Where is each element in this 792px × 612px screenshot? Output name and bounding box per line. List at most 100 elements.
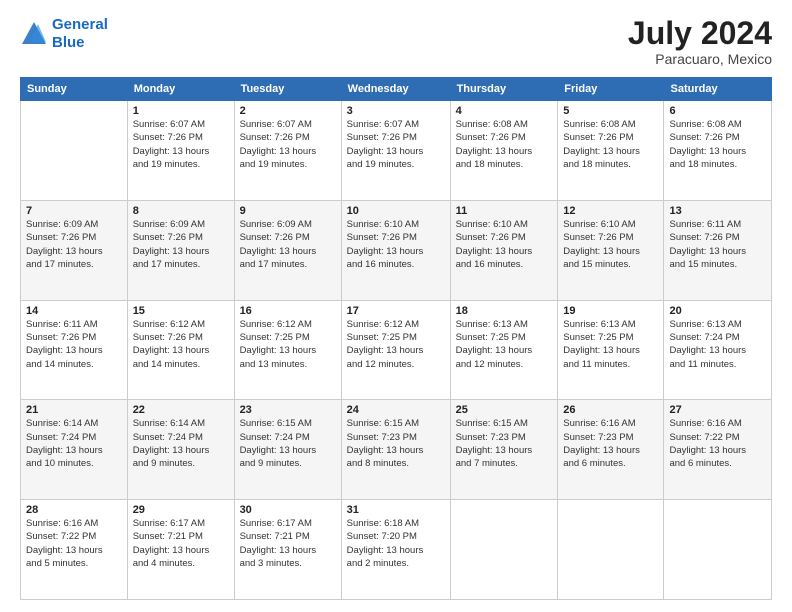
logo: General Blue xyxy=(20,16,108,52)
calendar-cell: 21Sunrise: 6:14 AM Sunset: 7:24 PM Dayli… xyxy=(21,400,128,500)
calendar-cell: 18Sunrise: 6:13 AM Sunset: 7:25 PM Dayli… xyxy=(450,300,558,400)
calendar-cell: 5Sunrise: 6:08 AM Sunset: 7:26 PM Daylig… xyxy=(558,101,664,201)
calendar-cell: 12Sunrise: 6:10 AM Sunset: 7:26 PM Dayli… xyxy=(558,200,664,300)
day-number: 30 xyxy=(240,504,336,516)
day-info: Sunrise: 6:16 AM Sunset: 7:23 PM Dayligh… xyxy=(563,417,658,470)
weekday-header-tuesday: Tuesday xyxy=(234,78,341,101)
calendar-cell: 25Sunrise: 6:15 AM Sunset: 7:23 PM Dayli… xyxy=(450,400,558,500)
day-number: 12 xyxy=(563,205,658,217)
day-number: 8 xyxy=(133,205,229,217)
day-info: Sunrise: 6:12 AM Sunset: 7:25 PM Dayligh… xyxy=(347,318,445,371)
calendar-cell: 11Sunrise: 6:10 AM Sunset: 7:26 PM Dayli… xyxy=(450,200,558,300)
day-number: 13 xyxy=(669,205,766,217)
weekday-header-monday: Monday xyxy=(127,78,234,101)
day-info: Sunrise: 6:10 AM Sunset: 7:26 PM Dayligh… xyxy=(347,218,445,271)
day-info: Sunrise: 6:12 AM Sunset: 7:26 PM Dayligh… xyxy=(133,318,229,371)
calendar-cell: 16Sunrise: 6:12 AM Sunset: 7:25 PM Dayli… xyxy=(234,300,341,400)
day-number: 11 xyxy=(456,205,553,217)
logo-text: General Blue xyxy=(52,16,108,52)
day-info: Sunrise: 6:16 AM Sunset: 7:22 PM Dayligh… xyxy=(26,517,122,570)
day-info: Sunrise: 6:08 AM Sunset: 7:26 PM Dayligh… xyxy=(456,118,553,171)
day-number: 14 xyxy=(26,305,122,317)
calendar-cell: 13Sunrise: 6:11 AM Sunset: 7:26 PM Dayli… xyxy=(664,200,772,300)
calendar-cell: 24Sunrise: 6:15 AM Sunset: 7:23 PM Dayli… xyxy=(341,400,450,500)
day-info: Sunrise: 6:17 AM Sunset: 7:21 PM Dayligh… xyxy=(240,517,336,570)
calendar-cell xyxy=(450,500,558,600)
day-info: Sunrise: 6:18 AM Sunset: 7:20 PM Dayligh… xyxy=(347,517,445,570)
day-info: Sunrise: 6:17 AM Sunset: 7:21 PM Dayligh… xyxy=(133,517,229,570)
day-info: Sunrise: 6:13 AM Sunset: 7:25 PM Dayligh… xyxy=(563,318,658,371)
day-number: 26 xyxy=(563,404,658,416)
calendar-cell: 30Sunrise: 6:17 AM Sunset: 7:21 PM Dayli… xyxy=(234,500,341,600)
day-number: 7 xyxy=(26,205,122,217)
day-info: Sunrise: 6:08 AM Sunset: 7:26 PM Dayligh… xyxy=(669,118,766,171)
day-info: Sunrise: 6:10 AM Sunset: 7:26 PM Dayligh… xyxy=(456,218,553,271)
day-info: Sunrise: 6:11 AM Sunset: 7:26 PM Dayligh… xyxy=(26,318,122,371)
day-number: 4 xyxy=(456,105,553,117)
calendar-cell xyxy=(21,101,128,201)
calendar-cell: 9Sunrise: 6:09 AM Sunset: 7:26 PM Daylig… xyxy=(234,200,341,300)
calendar-table: SundayMondayTuesdayWednesdayThursdayFrid… xyxy=(20,77,772,600)
day-number: 25 xyxy=(456,404,553,416)
day-info: Sunrise: 6:09 AM Sunset: 7:26 PM Dayligh… xyxy=(133,218,229,271)
day-number: 2 xyxy=(240,105,336,117)
calendar-cell: 1Sunrise: 6:07 AM Sunset: 7:26 PM Daylig… xyxy=(127,101,234,201)
day-number: 23 xyxy=(240,404,336,416)
calendar-cell xyxy=(664,500,772,600)
weekday-header-wednesday: Wednesday xyxy=(341,78,450,101)
calendar-cell: 23Sunrise: 6:15 AM Sunset: 7:24 PM Dayli… xyxy=(234,400,341,500)
weekday-header-saturday: Saturday xyxy=(664,78,772,101)
week-row-3: 14Sunrise: 6:11 AM Sunset: 7:26 PM Dayli… xyxy=(21,300,772,400)
day-info: Sunrise: 6:08 AM Sunset: 7:26 PM Dayligh… xyxy=(563,118,658,171)
title-block: July 2024 Paracuaro, Mexico xyxy=(628,16,772,67)
day-info: Sunrise: 6:09 AM Sunset: 7:26 PM Dayligh… xyxy=(240,218,336,271)
logo-icon xyxy=(20,20,48,48)
day-number: 16 xyxy=(240,305,336,317)
day-number: 27 xyxy=(669,404,766,416)
day-number: 19 xyxy=(563,305,658,317)
calendar-cell: 4Sunrise: 6:08 AM Sunset: 7:26 PM Daylig… xyxy=(450,101,558,201)
calendar-cell: 27Sunrise: 6:16 AM Sunset: 7:22 PM Dayli… xyxy=(664,400,772,500)
day-info: Sunrise: 6:16 AM Sunset: 7:22 PM Dayligh… xyxy=(669,417,766,470)
day-info: Sunrise: 6:11 AM Sunset: 7:26 PM Dayligh… xyxy=(669,218,766,271)
calendar-cell: 3Sunrise: 6:07 AM Sunset: 7:26 PM Daylig… xyxy=(341,101,450,201)
day-number: 18 xyxy=(456,305,553,317)
day-info: Sunrise: 6:10 AM Sunset: 7:26 PM Dayligh… xyxy=(563,218,658,271)
weekday-header-friday: Friday xyxy=(558,78,664,101)
weekday-header-row: SundayMondayTuesdayWednesdayThursdayFrid… xyxy=(21,78,772,101)
day-info: Sunrise: 6:13 AM Sunset: 7:25 PM Dayligh… xyxy=(456,318,553,371)
calendar-cell: 17Sunrise: 6:12 AM Sunset: 7:25 PM Dayli… xyxy=(341,300,450,400)
calendar-cell: 20Sunrise: 6:13 AM Sunset: 7:24 PM Dayli… xyxy=(664,300,772,400)
page: General Blue July 2024 Paracuaro, Mexico… xyxy=(0,0,792,612)
day-number: 1 xyxy=(133,105,229,117)
weekday-header-sunday: Sunday xyxy=(21,78,128,101)
week-row-4: 21Sunrise: 6:14 AM Sunset: 7:24 PM Dayli… xyxy=(21,400,772,500)
calendar-cell: 15Sunrise: 6:12 AM Sunset: 7:26 PM Dayli… xyxy=(127,300,234,400)
day-number: 6 xyxy=(669,105,766,117)
header: General Blue July 2024 Paracuaro, Mexico xyxy=(20,16,772,67)
day-number: 24 xyxy=(347,404,445,416)
weekday-header-thursday: Thursday xyxy=(450,78,558,101)
day-number: 17 xyxy=(347,305,445,317)
day-info: Sunrise: 6:15 AM Sunset: 7:23 PM Dayligh… xyxy=(456,417,553,470)
day-info: Sunrise: 6:12 AM Sunset: 7:25 PM Dayligh… xyxy=(240,318,336,371)
day-info: Sunrise: 6:07 AM Sunset: 7:26 PM Dayligh… xyxy=(133,118,229,171)
week-row-2: 7 Sunrise: 6:09 AM Sunset: 7:26 PM Daylig… xyxy=(21,200,772,300)
day-info: Sunrise: 6:14 AM Sunset: 7:24 PM Dayligh… xyxy=(133,417,229,470)
day-number: 3 xyxy=(347,105,445,117)
day-info: Sunrise: 6:13 AM Sunset: 7:24 PM Dayligh… xyxy=(669,318,766,371)
calendar-cell xyxy=(558,500,664,600)
sub-title: Paracuaro, Mexico xyxy=(628,51,772,67)
day-info: Sunrise: 6:07 AM Sunset: 7:26 PM Dayligh… xyxy=(347,118,445,171)
calendar-cell: 6Sunrise: 6:08 AM Sunset: 7:26 PM Daylig… xyxy=(664,101,772,201)
day-number: 28 xyxy=(26,504,122,516)
calendar-cell: 22Sunrise: 6:14 AM Sunset: 7:24 PM Dayli… xyxy=(127,400,234,500)
day-number: 9 xyxy=(240,205,336,217)
day-info: Sunrise: 6:07 AM Sunset: 7:26 PM Dayligh… xyxy=(240,118,336,171)
calendar-cell: 31Sunrise: 6:18 AM Sunset: 7:20 PM Dayli… xyxy=(341,500,450,600)
calendar-cell: 8Sunrise: 6:09 AM Sunset: 7:26 PM Daylig… xyxy=(127,200,234,300)
calendar-cell: 10Sunrise: 6:10 AM Sunset: 7:26 PM Dayli… xyxy=(341,200,450,300)
day-number: 20 xyxy=(669,305,766,317)
day-info: Sunrise: 6:15 AM Sunset: 7:24 PM Dayligh… xyxy=(240,417,336,470)
day-number: 31 xyxy=(347,504,445,516)
